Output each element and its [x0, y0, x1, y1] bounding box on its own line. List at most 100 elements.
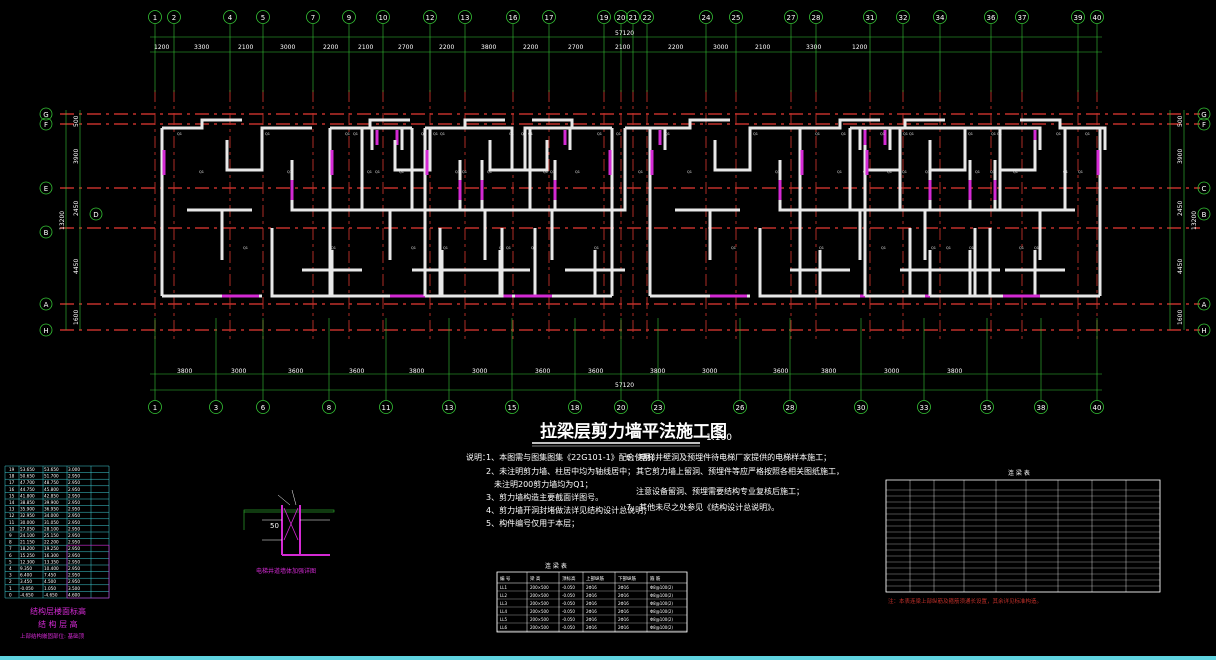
wall-tag: Q1 [462, 170, 467, 174]
wall-tag: Q1 [931, 246, 936, 250]
wall-tag: Q1 [177, 132, 182, 136]
axis-label-top: 21 [629, 14, 638, 22]
mid-table-cell: LL1 [500, 585, 507, 590]
mid-table-cell: 200×500 [530, 601, 549, 606]
wall-tag: Q1 [753, 132, 758, 136]
elevation-floor-index: 16 [9, 487, 15, 492]
drawing-title: 拉梁层剪力墙平法施工图 [540, 421, 727, 442]
wall-tag: Q1 [687, 170, 692, 174]
elevation-cell: 48.750 [44, 480, 59, 485]
axis-label-top: 7 [311, 14, 315, 22]
bottom-segment-dimension: 3800 [177, 368, 192, 375]
top-segment-dimension: 3800 [481, 44, 496, 51]
axis-label-top: 25 [732, 14, 741, 22]
bottom-segment-dimension: 3600 [288, 368, 303, 375]
elevation-cell: 2.950 [68, 546, 80, 551]
elevation-floor-index: 5 [9, 559, 12, 564]
axis-label-top: 1 [153, 14, 157, 22]
wall-tag: Q1 [837, 170, 842, 174]
wall-tag: Q1 [616, 132, 621, 136]
axis-label-top: 36 [987, 14, 996, 22]
wall-tag: Q1 [881, 246, 886, 250]
axis-label-row-left: E [44, 185, 48, 193]
axis-label-bottom: 15 [508, 404, 517, 412]
axis-label-row-right: F [1202, 121, 1206, 129]
elevation-cell: 6.400 [20, 573, 32, 578]
wall-tag: Q1 [841, 132, 846, 136]
top-segment-dimension: 2100 [615, 44, 630, 51]
elevation-cell: 18.200 [20, 546, 35, 551]
wall-tag: Q1 [903, 132, 908, 136]
axis-label-bottom: 38 [1037, 404, 1046, 412]
elevation-cell: 45.800 [44, 487, 59, 492]
axis-label-top: 5 [261, 14, 265, 22]
elevation-cell: -0.050 [20, 586, 34, 591]
elevation-floor-index: 1 [9, 586, 12, 591]
elevation-cell: 25.150 [44, 533, 59, 538]
right-segment-dimension: 3900 [1177, 149, 1184, 164]
elevation-cell: 36.950 [44, 507, 59, 512]
detail-dimension: 50 [270, 522, 279, 530]
elevation-cell: 24.100 [20, 533, 35, 538]
note-item: 6、电梯井壁洞及预埋件待电梯厂家提供的电梯样本施工； [626, 452, 831, 462]
mid-table-cell: LL3 [500, 601, 507, 606]
wall-tag: Q1 [509, 132, 514, 136]
axis-label-bottom: 23 [654, 404, 663, 412]
elevation-floor-index: 14 [9, 500, 15, 505]
mid-table-cell: LL4 [500, 609, 507, 614]
elevation-cell: 15.250 [20, 553, 35, 558]
top-segment-dimension: 2200 [668, 44, 683, 51]
axis-label-top: 16 [509, 14, 518, 22]
elevation-cell: 2.950 [68, 487, 80, 492]
note-item: 未注明200剪力墙均为Q1； [494, 479, 593, 489]
mid-table-cell: 2Φ16 [586, 601, 597, 606]
top-segment-dimension: 2700 [568, 44, 583, 51]
elevation-cell: 53.650 [20, 467, 35, 472]
elevation-cell: 7.450 [44, 573, 56, 578]
mid-table-header: 编 号 [500, 575, 511, 582]
axis-label-bottom: 28 [786, 404, 795, 412]
bottom-segment-dimension: 3800 [650, 368, 665, 375]
elevation-cell: 2.950 [68, 500, 80, 505]
wall-tag: Q1 [353, 132, 358, 136]
mid-table-cell: LL5 [500, 617, 507, 622]
wall-tag: Q1 [997, 132, 1002, 136]
elevation-floor-index: 10 [9, 526, 15, 531]
wall-tag: Q1 [455, 170, 460, 174]
mid-table-cell: LL6 [500, 625, 507, 630]
elevation-cell: 50.650 [20, 474, 35, 479]
left-segment-dimension: 3900 [73, 149, 80, 164]
right-segment-dimension: 2450 [1177, 201, 1184, 216]
axis-label-bottom: 13 [445, 404, 454, 412]
wall-tag: Q1 [243, 246, 248, 250]
axis-label-row-right: A [1202, 301, 1207, 309]
axis-label-top: 32 [899, 14, 908, 22]
elevation-cell: 42.850 [44, 493, 59, 498]
elevation-table-footer: 结构层楼面标高 [30, 606, 86, 616]
axis-label-bottom: 30 [857, 404, 866, 412]
coupling-beam-table-right [885, 479, 1161, 593]
top-segment-dimension: 2100 [358, 44, 373, 51]
notes-block: 说明： 1、本图需与图集图集《22G101-1》配合使用； 2、未注明剪力墙、柱… [466, 452, 844, 528]
mid-table-cell: 200×500 [530, 593, 549, 598]
axis-label-row-right: H [1201, 327, 1206, 335]
mid-table-title: 连 梁 表 [545, 562, 567, 570]
bottom-segment-dimension: 3000 [231, 368, 246, 375]
mid-table-cell: 2Φ16 [618, 593, 629, 598]
elevation-cell: 31.050 [44, 520, 59, 525]
bottom-total-dimension: 57120 [615, 382, 634, 389]
top-segment-dimension: 2100 [238, 44, 253, 51]
axis-label-bottom: 6 [261, 404, 266, 412]
elevation-floor-index: 9 [9, 533, 12, 538]
mid-table-cell: 200×500 [530, 625, 549, 630]
axis-label-top: 28 [812, 14, 821, 22]
axis-label-row-left: H [43, 327, 48, 335]
wall-tag: Q1 [975, 170, 980, 174]
axis-label-top: 27 [787, 14, 796, 22]
wall-tag: Q1 [909, 132, 914, 136]
elevation-cell: 2.950 [68, 474, 80, 479]
axis-bubbles: 1 2 4 5 7 9 10 12 13 16 17 19 20 21 22 24 25 27 28 31 32 34 36… [39, 10, 1211, 414]
wall-tag: Q1 [367, 170, 372, 174]
coupling-beam-table-mid: 编 号 梁 高 顶标高 上部纵筋 下部纵筋 箍 筋 LL1 200×500 -0.050 2Φ16… [496, 571, 688, 633]
mid-table-cell: -0.050 [562, 593, 575, 598]
